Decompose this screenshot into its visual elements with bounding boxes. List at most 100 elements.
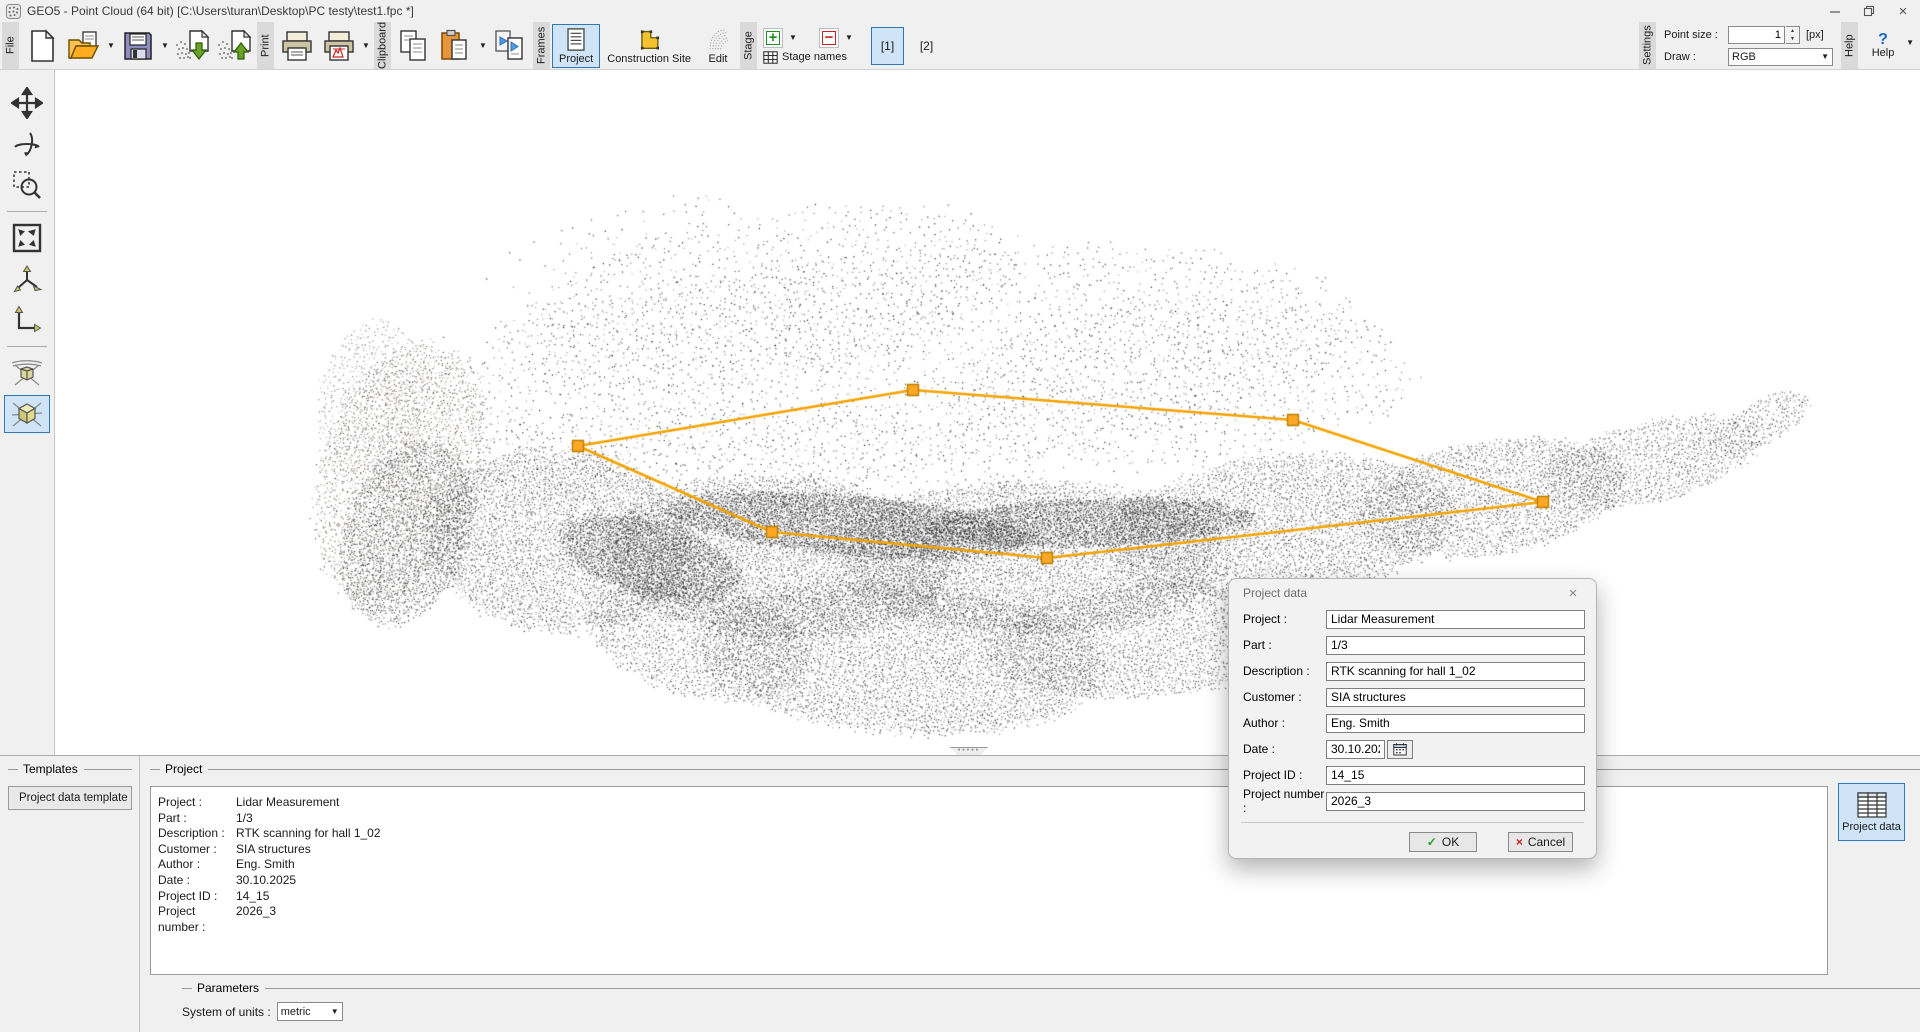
project-field[interactable]: [1326, 610, 1585, 629]
paste-button[interactable]: [436, 26, 476, 66]
frame-tab-construction-site[interactable]: Construction Site: [600, 24, 698, 68]
customer-field[interactable]: [1326, 688, 1585, 707]
window-title: GEO5 - Point Cloud (64 bit) [C:\Users\tu…: [27, 4, 414, 18]
plan-view-button[interactable]: [4, 301, 50, 339]
export-point-cloud-icon: [215, 29, 253, 63]
field-label: Date :: [1243, 742, 1326, 756]
project-data-template-button[interactable]: Project data template: [8, 786, 132, 810]
paste-clipboard-icon: [439, 29, 473, 63]
add-stage-dropdown[interactable]: ▼: [786, 33, 800, 42]
point-cloud-canvas[interactable]: [55, 70, 1920, 755]
import-point-cloud-icon: [173, 29, 211, 63]
open-file-button[interactable]: [64, 26, 104, 66]
cancel-button[interactable]: × Cancel: [1508, 832, 1573, 852]
project-data-dialog: Project data × Project : Part : Descript…: [1228, 578, 1597, 859]
cancel-label: Cancel: [1528, 835, 1565, 849]
pan-tool-button[interactable]: [4, 84, 50, 122]
frame-tab-edit-label: Edit: [709, 53, 728, 65]
new-file-icon: [27, 29, 57, 63]
part-field[interactable]: [1326, 636, 1585, 655]
author-field[interactable]: [1326, 714, 1585, 733]
open-file-dropdown[interactable]: ▼: [105, 26, 117, 66]
print-button[interactable]: [277, 26, 317, 66]
fit-to-screen-icon: [11, 222, 43, 254]
system-of-units-value: metric: [281, 1006, 311, 1018]
point-size-input[interactable]: [1728, 26, 1785, 44]
print-view-button[interactable]: [319, 26, 359, 66]
sidebar-separator: [7, 346, 47, 347]
view-toolbar: [0, 70, 55, 755]
add-stage-button[interactable]: +: [763, 28, 783, 48]
paste-data-icon: [492, 29, 528, 63]
axes-3d-icon: [11, 263, 43, 295]
section-label-frames: Frames: [533, 22, 550, 69]
save-dropdown[interactable]: ▼: [159, 26, 171, 66]
spinner-down-icon[interactable]: ▼: [1786, 35, 1799, 43]
new-file-button[interactable]: [22, 26, 62, 66]
field-label: Description :: [1243, 664, 1326, 678]
export-point-cloud-button[interactable]: [214, 26, 254, 66]
restore-button[interactable]: [1852, 0, 1886, 22]
description-field[interactable]: [1326, 662, 1585, 681]
ok-button[interactable]: ✓ OK: [1409, 832, 1477, 852]
help-dropdown-icon[interactable]: ▼: [1906, 38, 1914, 47]
dialog-title-bar[interactable]: Project data ×: [1229, 579, 1596, 607]
viewport: •••••: [55, 70, 1920, 755]
open-folder-icon: [67, 30, 101, 62]
copy-icon: [397, 29, 431, 63]
section-label-file: File: [2, 22, 19, 69]
frame-tab-project[interactable]: Project: [552, 24, 600, 68]
stage-names-button[interactable]: Stage names: [763, 51, 859, 64]
draw-select-value: RGB: [1732, 51, 1756, 63]
project-number-field[interactable]: [1326, 792, 1585, 811]
dialog-close-icon[interactable]: ×: [1564, 585, 1582, 602]
axonometric-axes-button[interactable]: [4, 260, 50, 298]
title-bar: GEO5 - Point Cloud (64 bit) [C:\Users\tu…: [0, 0, 1920, 22]
section-label-clipboard: Clipboard: [374, 22, 391, 69]
system-of-units-select[interactable]: metric ▼: [277, 1002, 343, 1021]
axes-2d-icon: [11, 304, 43, 336]
point-size-spinner[interactable]: ▲▼: [1786, 26, 1800, 44]
copy-button[interactable]: [394, 26, 434, 66]
paste-dropdown[interactable]: ▼: [477, 26, 489, 66]
axonometry-view-button[interactable]: [4, 395, 50, 433]
save-button[interactable]: [118, 26, 158, 66]
remove-stage-dropdown[interactable]: ▼: [842, 33, 856, 42]
frame-tab-edit[interactable]: Edit: [698, 24, 738, 68]
field-label: Author :: [1243, 716, 1326, 730]
stage-tab-1[interactable]: [1]: [871, 27, 904, 65]
help-label: Help: [1872, 47, 1895, 59]
perspective-view-button[interactable]: [4, 354, 50, 392]
minus-icon: −: [822, 31, 836, 45]
fit-to-screen-button[interactable]: [4, 219, 50, 257]
zoom-window-icon: [11, 169, 43, 201]
project-data-button[interactable]: Project data: [1838, 783, 1905, 841]
paste-data-button[interactable]: [490, 26, 530, 66]
construction-site-icon: [636, 28, 662, 51]
templates-group: Templates Project data template: [0, 756, 140, 1032]
remove-stage-button[interactable]: −: [819, 28, 839, 48]
project-id-field[interactable]: [1326, 766, 1585, 785]
calendar-button[interactable]: [1387, 740, 1413, 759]
print-view-dropdown[interactable]: ▼: [360, 26, 372, 66]
ok-check-icon: ✓: [1427, 835, 1437, 849]
section-label-print: Print: [257, 22, 274, 69]
stage-controls: + ▼ − ▼ Stage names: [759, 28, 863, 64]
pan-icon: [11, 87, 43, 119]
sidebar-separator: [7, 211, 47, 212]
import-point-cloud-button[interactable]: [172, 26, 212, 66]
settings-block: Point size : ▲▼ [px] Draw : RGB ▼: [1664, 25, 1833, 66]
minimize-button[interactable]: [1818, 0, 1852, 22]
templates-group-label: Templates: [8, 762, 132, 776]
frame-tab-project-label: Project: [559, 53, 593, 65]
zoom-window-tool-button[interactable]: [4, 166, 50, 204]
stage-tab-2[interactable]: [2]: [910, 27, 943, 65]
date-field[interactable]: [1326, 740, 1385, 759]
close-button[interactable]: ×: [1886, 0, 1920, 22]
spinner-up-icon[interactable]: ▲: [1786, 27, 1799, 35]
plus-icon: +: [766, 31, 780, 45]
point-size-unit: [px]: [1801, 29, 1833, 41]
rotate-tool-button[interactable]: [4, 125, 50, 163]
draw-select[interactable]: RGB ▼: [1728, 48, 1833, 66]
help-button[interactable]: ? Help ▼: [1860, 24, 1906, 68]
